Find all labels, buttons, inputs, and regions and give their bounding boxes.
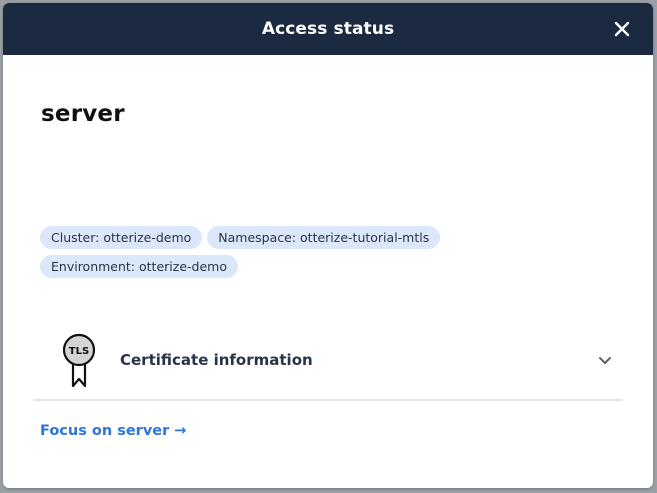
chevron-down-icon — [599, 357, 611, 364]
close-button[interactable] — [609, 16, 635, 42]
section-divider — [33, 399, 623, 401]
modal-header: Access status — [3, 3, 653, 55]
certificate-info-label: Certificate information — [120, 351, 313, 369]
focus-on-server-link[interactable]: Focus on server → — [40, 423, 186, 439]
tls-ribbon-icon: TLS — [62, 333, 96, 388]
tag-list: Cluster: otterize-demo Namespace: otteri… — [40, 226, 580, 278]
service-name: server — [41, 101, 125, 127]
namespace-tag: Namespace: otterize-tutorial-mtls — [207, 226, 441, 249]
environment-tag: Environment: otterize-demo — [40, 255, 238, 278]
cluster-tag: Cluster: otterize-demo — [40, 226, 203, 249]
tls-badge-text: TLS — [69, 346, 89, 357]
access-status-modal: Access status server Cluster: otterize-d… — [3, 3, 653, 488]
close-icon — [614, 21, 630, 37]
certificate-info-toggle[interactable]: TLS Certificate information — [43, 325, 613, 395]
modal-title: Access status — [261, 19, 395, 39]
